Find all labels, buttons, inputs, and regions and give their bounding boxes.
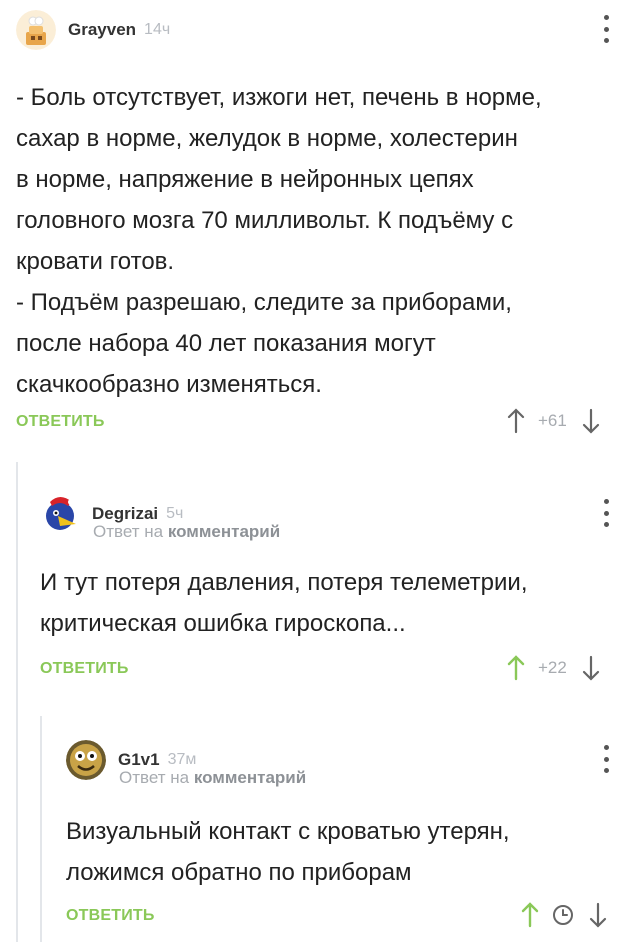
- comment-line: критическая ошибка гироскопа...: [40, 610, 406, 637]
- comment-time: 14ч: [144, 21, 171, 38]
- thread-line-level-1: [16, 462, 18, 942]
- reply-reference: Ответ на комментарий: [119, 768, 306, 788]
- comment-text: Визуальный контакт с кроватью утерян, ло…: [66, 811, 510, 893]
- reply-button[interactable]: ОТВЕТИТЬ: [40, 660, 129, 678]
- parent-comment-link[interactable]: комментарий: [194, 768, 306, 787]
- comment-line: Визуальный контакт с кроватью утерян,: [66, 818, 510, 845]
- more-options-icon[interactable]: [596, 745, 616, 773]
- comment-time: 37м: [167, 751, 197, 768]
- downvote-arrow-icon[interactable]: [581, 655, 601, 681]
- reply-prefix: Ответ на: [119, 768, 190, 787]
- vote-controls: +22: [506, 655, 601, 681]
- clock-icon: [552, 904, 574, 926]
- comment-text: И тут потеря давления, потеря телеметрии…: [40, 562, 528, 644]
- more-options-icon[interactable]: [596, 499, 616, 527]
- author-name[interactable]: Degrizai: [92, 504, 158, 524]
- comment-line: сахар в норме, желудок в норме, холестер…: [16, 125, 518, 152]
- comment-line: ложимся обратно по приборам: [66, 859, 412, 886]
- reply-reference: Ответ на комментарий: [93, 522, 280, 542]
- downvote-arrow-icon[interactable]: [581, 408, 601, 434]
- comment-line: - Подъём разрешаю, следите за приборами,: [16, 289, 512, 316]
- parent-comment-link[interactable]: комментарий: [168, 522, 280, 541]
- comment-line: И тут потеря давления, потеря телеметрии…: [40, 569, 528, 596]
- comment-header: Grayven 14ч: [16, 10, 170, 50]
- upvote-arrow-icon[interactable]: [506, 655, 526, 681]
- comment-line: кровати готов.: [16, 248, 175, 275]
- vote-controls: [520, 902, 608, 928]
- rating-value: +61: [538, 411, 567, 430]
- comment-line: скачкообразно изменяться.: [16, 371, 322, 398]
- rating-value: +22: [538, 658, 567, 677]
- author-name[interactable]: G1v1: [118, 750, 160, 770]
- thread-line-level-2: [40, 716, 42, 942]
- comment-line: в норме, напряжение в нейронных цепях: [16, 166, 474, 193]
- comment-time: 5ч: [166, 505, 184, 522]
- upvote-arrow-icon[interactable]: [520, 902, 540, 928]
- avatar[interactable]: [40, 494, 80, 534]
- downvote-arrow-icon[interactable]: [588, 902, 608, 928]
- comment-line: после набора 40 лет показания могут: [16, 330, 436, 357]
- comment-line: - Боль отсутствует, изжоги нет, печень в…: [16, 84, 542, 111]
- reply-button[interactable]: ОТВЕТИТЬ: [16, 413, 105, 431]
- comment-text: - Боль отсутствует, изжоги нет, печень в…: [16, 77, 542, 405]
- reply-button[interactable]: ОТВЕТИТЬ: [66, 907, 155, 925]
- author-name[interactable]: Grayven: [68, 20, 136, 40]
- reply-prefix: Ответ на: [93, 522, 164, 541]
- avatar[interactable]: [16, 10, 56, 50]
- vote-controls: +61: [506, 408, 601, 434]
- upvote-arrow-icon[interactable]: [506, 408, 526, 434]
- avatar[interactable]: [66, 740, 106, 780]
- more-options-icon[interactable]: [596, 15, 616, 43]
- comment-line: головного мозга 70 милливольт. К подъёму…: [16, 207, 514, 234]
